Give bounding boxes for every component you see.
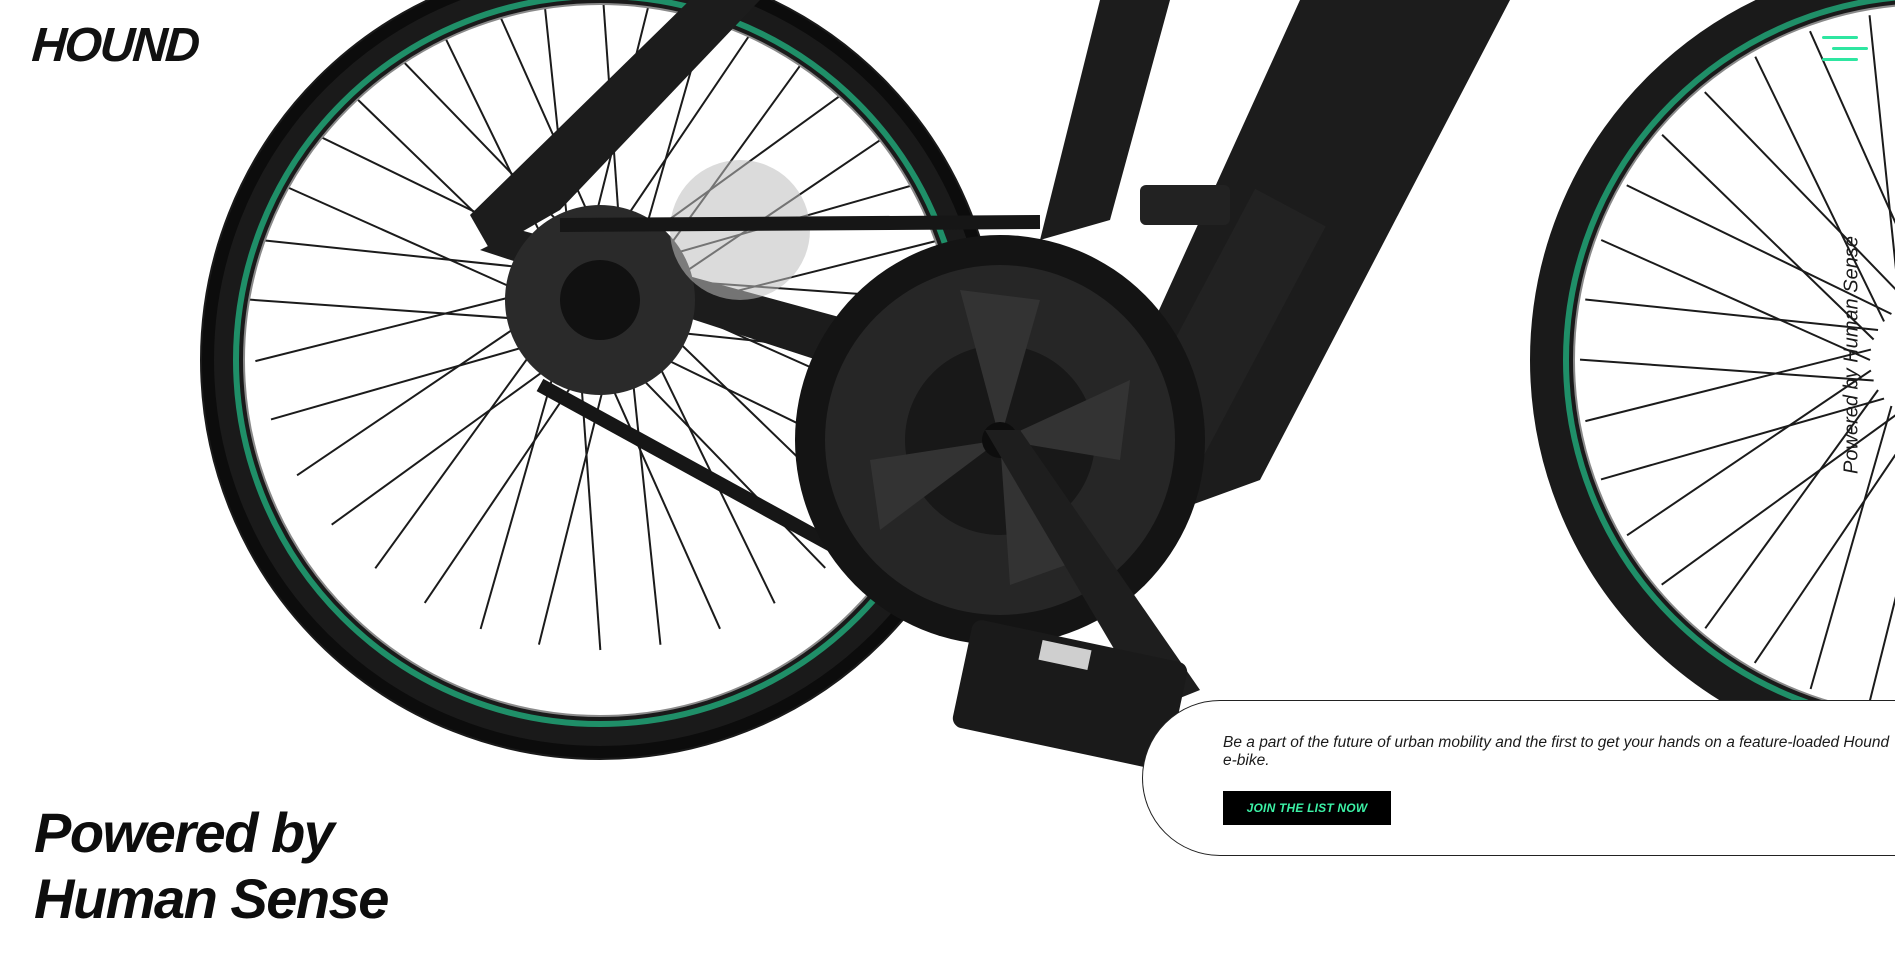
spoke xyxy=(599,359,721,630)
spoke xyxy=(619,355,826,569)
headline-line-1: Powered by xyxy=(34,801,335,864)
spoke xyxy=(1868,15,1895,270)
spoke xyxy=(1626,369,1872,537)
spoke xyxy=(1585,348,1872,423)
menu-line-top xyxy=(1822,36,1858,39)
spoke xyxy=(1585,298,1879,331)
vertical-side-caption: Powered by Human Sense xyxy=(1840,236,1863,474)
bike-illustration xyxy=(200,0,1895,770)
page: HOUND Powered by Human Sense Powered by … xyxy=(0,0,1895,955)
page-headline: Powered by Human Sense xyxy=(34,800,389,932)
spoke xyxy=(1600,239,1871,361)
brand-logo[interactable]: HOUND xyxy=(30,19,200,72)
spoke xyxy=(255,288,542,363)
spoke xyxy=(1754,56,1885,322)
hamburger-menu-icon[interactable] xyxy=(1818,30,1870,70)
cta-description: Be a part of the future of urban mobilit… xyxy=(1223,734,1890,769)
headline-line-2: Human Sense xyxy=(34,867,389,930)
spoke xyxy=(1579,358,1874,382)
spoke xyxy=(1704,91,1895,291)
slider-dot-2[interactable] xyxy=(953,745,960,752)
menu-line-middle xyxy=(1832,47,1868,50)
front-pedal xyxy=(1140,185,1230,225)
cta-card: Be a part of the future of urban mobilit… xyxy=(1142,700,1895,856)
menu-line-bottom xyxy=(1822,58,1858,61)
hero-bike-image xyxy=(0,0,1895,772)
spoke xyxy=(1753,453,1895,664)
spoke xyxy=(629,351,662,645)
hero-slider-dots xyxy=(932,745,960,752)
join-the-list-button[interactable]: JOIN THE LIST NOW xyxy=(1223,791,1391,825)
slider-dot-1[interactable] xyxy=(932,745,939,752)
spoke xyxy=(296,309,542,477)
spoke xyxy=(249,298,544,322)
